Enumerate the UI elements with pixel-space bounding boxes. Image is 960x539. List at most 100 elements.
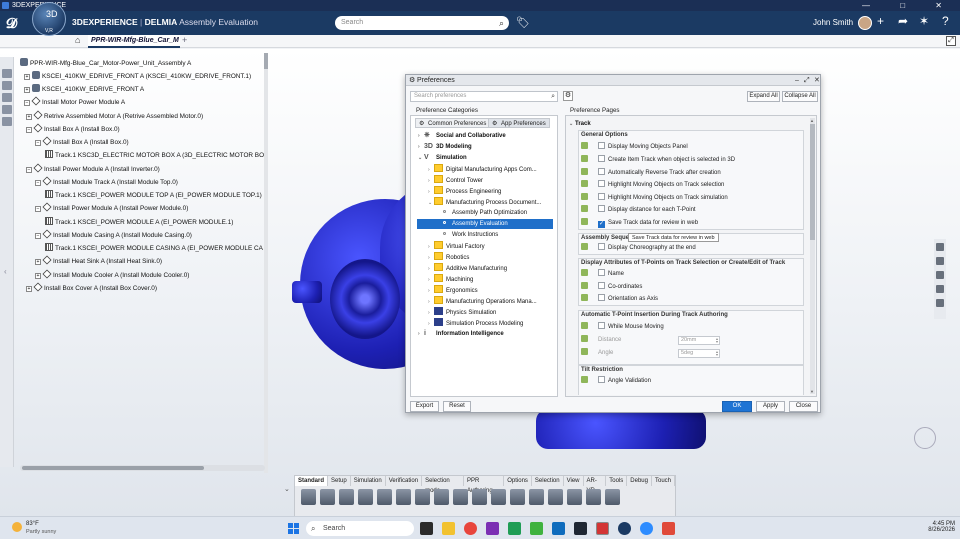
tree-node[interactable]: + KSCEI_410KW_EDRIVE_FRONT A: [24, 84, 144, 94]
tree-node[interactable]: + Retrive Assembled Motor A (Retrive Asse…: [26, 110, 203, 121]
category-item[interactable]: Assembly Path Optimization: [441, 208, 527, 218]
export-button[interactable]: Export: [410, 401, 439, 412]
app-icon[interactable]: [662, 522, 675, 535]
tab-common-preferences[interactable]: ⚙ Common Preferences: [415, 118, 491, 128]
compass-widget[interactable]: 3D V,R: [32, 2, 66, 36]
option-auto-reverse-track[interactable]: Automatically Reverse Track after creati…: [581, 168, 721, 178]
compass-taskbar-icon[interactable]: [618, 522, 631, 535]
category-item[interactable]: › Ergonomics: [428, 285, 478, 295]
tree-node-track[interactable]: Track.1 KSCEI_POWER MODULE TOP A (EI_POW…: [45, 190, 262, 200]
communicate-icon[interactable]: ✶: [919, 14, 929, 28]
notepad-icon[interactable]: [530, 522, 543, 535]
category-item[interactable]: › Machining: [428, 274, 473, 284]
search-icon[interactable]: ⌕: [551, 92, 555, 101]
onenote-icon[interactable]: [486, 522, 499, 535]
category-item[interactable]: › Physics Simulation: [428, 307, 496, 317]
apply-button[interactable]: Apply: [756, 401, 785, 412]
share-icon[interactable]: ➦: [898, 14, 908, 28]
option-display-choreography[interactable]: Display Choreography at the end: [581, 243, 696, 253]
settings-icon[interactable]: ⚙: [563, 91, 573, 101]
view-orientation-icon[interactable]: [914, 427, 936, 449]
expand-all-button[interactable]: Expand All: [747, 91, 780, 102]
category-item[interactable]: Work Instructions: [441, 230, 498, 240]
section-track[interactable]: ⌄ Track: [569, 119, 591, 129]
option-while-mouse-moving[interactable]: While Mouse Moving: [581, 322, 664, 332]
clash-icon[interactable]: [567, 489, 582, 505]
terminal-icon[interactable]: [574, 522, 587, 535]
tree-node[interactable]: + Install Module Cooler A (Install Module…: [35, 269, 189, 280]
dialog-titlebar[interactable]: ⚙ Preferences – ⤢ ✕: [406, 75, 820, 86]
avatar[interactable]: [858, 16, 872, 30]
category-item[interactable]: › i Information Intelligence: [418, 329, 504, 339]
tab-selection-mode[interactable]: Selection mode: [422, 476, 464, 494]
tab-view[interactable]: View: [564, 476, 584, 486]
tree-node-track[interactable]: Track.1 KSCEI_POWER MODULE CASING A (EI_…: [45, 243, 263, 253]
category-item[interactable]: › Process Engineering: [428, 186, 501, 196]
tree-node[interactable]: + Install Heat Sink A (Install Heat Sink.…: [35, 255, 162, 266]
minimize-icon[interactable]: –: [795, 75, 799, 86]
tab-verification[interactable]: Verification: [386, 476, 423, 486]
tab-document[interactable]: PPR-WIR-Mfg-Blue_Car_M: [88, 35, 180, 48]
category-item[interactable]: › 3D 3D Modeling: [418, 142, 472, 152]
close-icon[interactable]: ✕: [814, 75, 820, 86]
measure-icon[interactable]: [548, 489, 563, 505]
maximize-icon[interactable]: ⤢: [804, 75, 810, 86]
robot-icon[interactable]: [453, 489, 468, 505]
tab-touch[interactable]: Touch: [652, 476, 675, 486]
tree-node[interactable]: + Install Box Cover A (Install Box Cover.…: [26, 282, 157, 293]
review-icon[interactable]: [605, 489, 620, 505]
excel-icon[interactable]: [508, 522, 521, 535]
document-icon[interactable]: [586, 489, 601, 505]
fullscreen-icon[interactable]: ⤢: [946, 36, 956, 46]
tab-standard[interactable]: Standard: [295, 476, 329, 486]
tree-vertical-scrollbar[interactable]: [264, 53, 268, 473]
right-tool-icon[interactable]: [936, 271, 944, 279]
category-item[interactable]: ⌄ Manufacturing Process Document...: [428, 197, 541, 207]
tree-horizontal-scrollbar[interactable]: [20, 465, 265, 471]
option-display-distance[interactable]: Display distance for each T-Point: [581, 205, 696, 215]
option-display-moving-objects-panel[interactable]: Display Moving Objects Panel: [581, 142, 688, 152]
tree-tool-icon[interactable]: [2, 117, 12, 126]
outlook-icon[interactable]: [552, 522, 565, 535]
tab-tools[interactable]: Tools: [606, 476, 628, 486]
tree-node-track[interactable]: Track.1 KSCEI_POWER MODULE A (EI_POWER M…: [45, 217, 233, 227]
collapse-all-button[interactable]: Collapse All: [782, 91, 818, 102]
paste-icon[interactable]: [339, 489, 354, 505]
angle-field[interactable]: 5deg ▴ ▾: [678, 349, 720, 358]
windows-start-icon[interactable]: [288, 523, 299, 534]
tree-node[interactable]: − Install Power Module A (Install Inverte…: [26, 163, 160, 174]
tree-tool-icon[interactable]: [2, 81, 12, 90]
file-explorer-icon[interactable]: [442, 522, 455, 535]
add-tab-button[interactable]: +: [182, 35, 187, 45]
tree-node-root[interactable]: PPR-WIR-Mfg-Blue_Car_Motor-Power_Unit_As…: [20, 58, 191, 68]
tab-setup[interactable]: Setup: [328, 476, 351, 486]
distance-field[interactable]: 20mm ▴ ▾: [678, 336, 720, 345]
tree-node[interactable]: − Install Module Casing A (Install Module…: [35, 229, 192, 240]
tab-ar-vr[interactable]: AR-VR: [584, 476, 607, 494]
category-item[interactable]: › Control Tower: [428, 175, 483, 185]
gear-icon[interactable]: [472, 489, 487, 505]
option-highlight-on-simulation[interactable]: Highlight Moving Objects on Track simula…: [581, 193, 728, 203]
tree-tool-icon[interactable]: [2, 69, 12, 78]
tree-node[interactable]: − Install Motor Power Module A: [24, 96, 125, 107]
category-item[interactable]: › Additive Manufacturing: [428, 263, 507, 273]
zoom-app-icon[interactable]: [640, 522, 653, 535]
right-tool-icon[interactable]: [936, 285, 944, 293]
undo-icon[interactable]: [358, 489, 373, 505]
book-icon[interactable]: [396, 489, 411, 505]
option-coordinates[interactable]: Co-ordinates: [581, 282, 642, 292]
cut-icon[interactable]: [301, 489, 316, 505]
robot-icon[interactable]: [434, 489, 449, 505]
option-name[interactable]: Name: [581, 269, 624, 279]
3ds-logo-icon[interactable]: 𝓓: [6, 15, 17, 32]
category-item-selected[interactable]: Assembly Evaluation: [417, 219, 553, 229]
search-input[interactable]: Search ⌕: [335, 16, 509, 30]
home-icon[interactable]: ⌂: [75, 35, 80, 45]
tree-node[interactable]: + KSCEI_410KW_EDRIVE_FRONT A (KSCEI_410KW…: [24, 71, 251, 81]
chrome-icon[interactable]: [464, 522, 477, 535]
tab-app-preferences[interactable]: ⚙ App Preferences: [488, 118, 550, 128]
category-item[interactable]: › Simulation Process Modeling: [428, 318, 523, 328]
copy-icon[interactable]: [320, 489, 335, 505]
help-icon[interactable]: ?: [942, 14, 949, 28]
option-save-track-data[interactable]: ✓ Save Track data for review in web: [581, 218, 698, 228]
